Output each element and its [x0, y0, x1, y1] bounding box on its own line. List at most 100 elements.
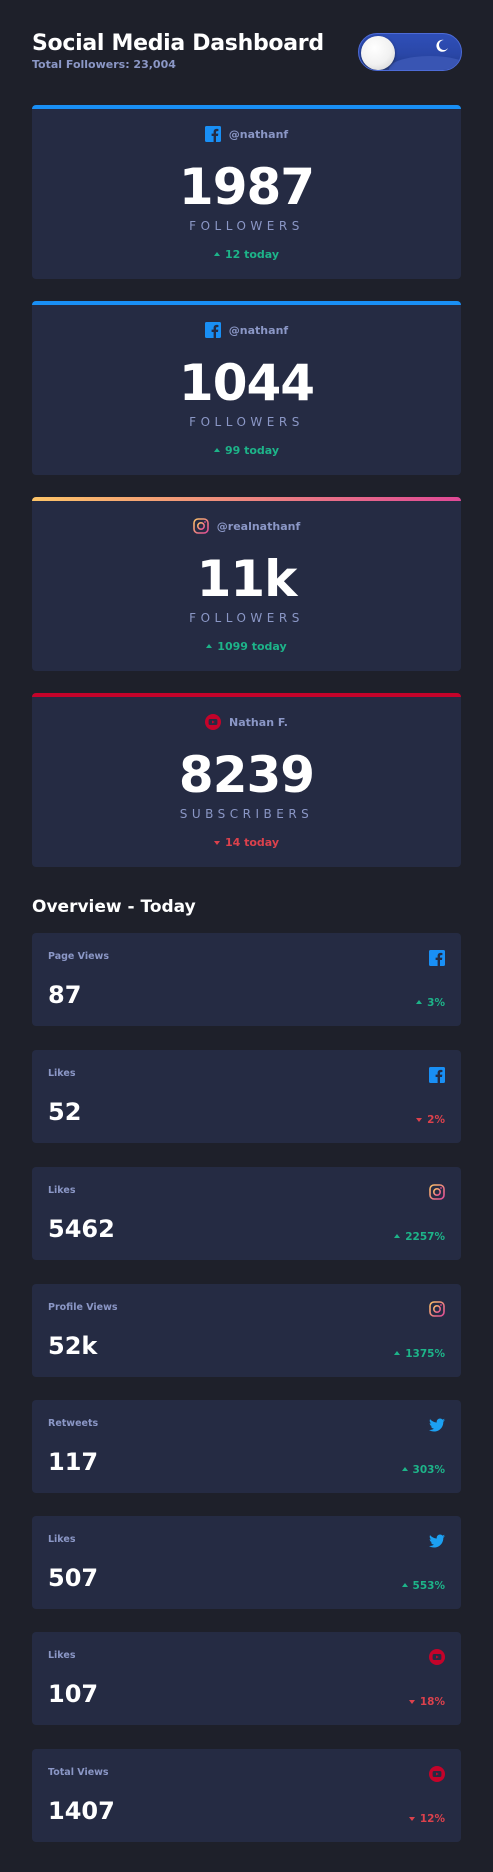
arrow-down-icon	[408, 1817, 415, 1821]
follower-delta: 99 today	[32, 444, 461, 458]
metric-label: Total Views	[48, 1767, 109, 1778]
subscriber-delta: 14 today	[32, 836, 461, 850]
change-text: 2257%	[405, 1231, 445, 1243]
metric-label: Retweets	[48, 1418, 99, 1429]
arrow-up-icon	[394, 1351, 401, 1355]
delta-text: 12 today	[224, 248, 280, 261]
account-handle: Nathan F.	[229, 715, 288, 729]
follower-unit: FOLLOWERS	[189, 219, 304, 233]
arrow-up-icon	[401, 1467, 408, 1471]
overview-card[interactable]: Page Views 87 3%	[32, 933, 461, 1026]
metric-change: 2%	[416, 1113, 445, 1127]
arrow-up-icon	[394, 1234, 401, 1238]
follower-count: 1044	[178, 354, 315, 412]
follower-card-instagram[interactable]: @realnathanf 11k FOLLOWERS 1099 today	[32, 497, 461, 671]
metric-change: 553%	[401, 1579, 445, 1593]
twitter-icon	[429, 1418, 445, 1432]
toggle-hill	[389, 56, 461, 70]
handle-row: Nathan F.	[32, 713, 461, 731]
follower-count: 1987	[178, 158, 315, 216]
facebook-icon	[204, 322, 221, 338]
metric-value: 107	[48, 1680, 99, 1708]
account-handle: @realnathanf	[216, 519, 301, 533]
handle-row: @nathanf	[32, 125, 461, 143]
change-text: 553%	[412, 1580, 445, 1592]
metric-value: 117	[48, 1448, 99, 1476]
card-accent-bar	[32, 497, 461, 501]
change-text: 3%	[427, 997, 445, 1009]
metric-label: Profile Views	[48, 1302, 118, 1313]
arrow-down-icon	[213, 841, 220, 845]
overview-card[interactable]: Retweets 117 303%	[32, 1400, 461, 1493]
twitter-icon	[429, 1534, 445, 1548]
metric-value: 5462	[48, 1215, 115, 1243]
follower-card-facebook[interactable]: @nathanf 1987 FOLLOWERS 12 today	[32, 105, 461, 279]
card-accent-bar	[32, 693, 461, 697]
follower-delta: 12 today	[32, 248, 461, 262]
youtube-icon	[429, 1649, 445, 1665]
subscriber-count: 8239	[178, 746, 315, 804]
account-handle: @nathanf	[228, 127, 289, 141]
facebook-icon	[429, 1067, 445, 1083]
metric-change: 2257%	[394, 1230, 445, 1244]
youtube-icon	[205, 714, 222, 730]
arrow-down-icon	[408, 1700, 415, 1704]
account-handle: @nathanf	[228, 323, 289, 337]
metric-value: 87	[48, 981, 82, 1009]
handle-row: @realnathanf	[32, 517, 461, 535]
follower-count: 11k	[196, 550, 298, 608]
facebook-icon	[204, 126, 221, 142]
follower-card-facebook[interactable]: @nathanf 1044 FOLLOWERS 99 today	[32, 301, 461, 475]
arrow-up-icon	[206, 644, 213, 648]
metric-value: 52	[48, 1098, 82, 1126]
metric-label: Likes	[48, 1534, 76, 1545]
arrow-up-icon	[213, 448, 220, 452]
card-accent-bar	[32, 301, 461, 305]
arrow-down-icon	[416, 1118, 423, 1122]
metric-value: 1407	[48, 1797, 115, 1825]
overview-card[interactable]: Likes 107 18%	[32, 1632, 461, 1725]
dashboard-page: Social Media Dashboard Total Followers: …	[0, 0, 493, 1872]
arrow-up-icon	[401, 1583, 408, 1587]
change-text: 1375%	[405, 1348, 445, 1360]
overview-card[interactable]: Likes 507 553%	[32, 1516, 461, 1609]
metric-label: Likes	[48, 1650, 76, 1661]
handle-row: @nathanf	[32, 321, 461, 339]
overview-card[interactable]: Likes 52 2%	[32, 1050, 461, 1143]
follower-unit: FOLLOWERS	[189, 415, 304, 429]
change-text: 12%	[419, 1813, 445, 1825]
facebook-icon	[429, 950, 445, 966]
arrow-up-icon	[213, 252, 220, 256]
arrow-up-icon	[416, 1000, 423, 1004]
metric-change: 3%	[416, 996, 445, 1010]
change-text: 303%	[412, 1464, 445, 1476]
change-text: 18%	[419, 1696, 445, 1708]
delta-text: 99 today	[224, 444, 280, 457]
metric-value: 507	[48, 1564, 99, 1592]
toggle-knob[interactable]	[361, 36, 395, 70]
overview-title: Overview - Today	[32, 897, 196, 917]
delta-text: 14 today	[224, 836, 280, 849]
subscriber-unit: SUBSCRIBERS	[179, 807, 314, 821]
metric-label: Likes	[48, 1185, 76, 1196]
theme-toggle[interactable]	[358, 33, 462, 71]
delta-text: 1099 today	[217, 640, 287, 653]
overview-card[interactable]: Profile Views 52k 1375%	[32, 1284, 461, 1377]
metric-change: 18%	[408, 1695, 445, 1709]
follower-unit: FOLLOWERS	[189, 611, 304, 625]
instagram-icon	[429, 1301, 445, 1317]
metric-value: 52k	[48, 1332, 98, 1360]
metric-change: 12%	[408, 1812, 445, 1826]
follower-card-youtube[interactable]: Nathan F. 8239 SUBSCRIBERS 14 today	[32, 693, 461, 867]
youtube-icon	[429, 1766, 445, 1782]
metric-label: Likes	[48, 1068, 76, 1079]
overview-card[interactable]: Total Views 1407 12%	[32, 1749, 461, 1842]
moon-icon	[436, 39, 448, 52]
metric-change: 1375%	[394, 1347, 445, 1361]
metric-change: 303%	[401, 1463, 445, 1477]
instagram-icon	[429, 1184, 445, 1200]
header: Social Media Dashboard Total Followers: …	[32, 30, 462, 74]
overview-card[interactable]: Likes 5462 2257%	[32, 1167, 461, 1260]
instagram-icon	[192, 518, 209, 534]
metric-label: Page Views	[48, 951, 109, 962]
